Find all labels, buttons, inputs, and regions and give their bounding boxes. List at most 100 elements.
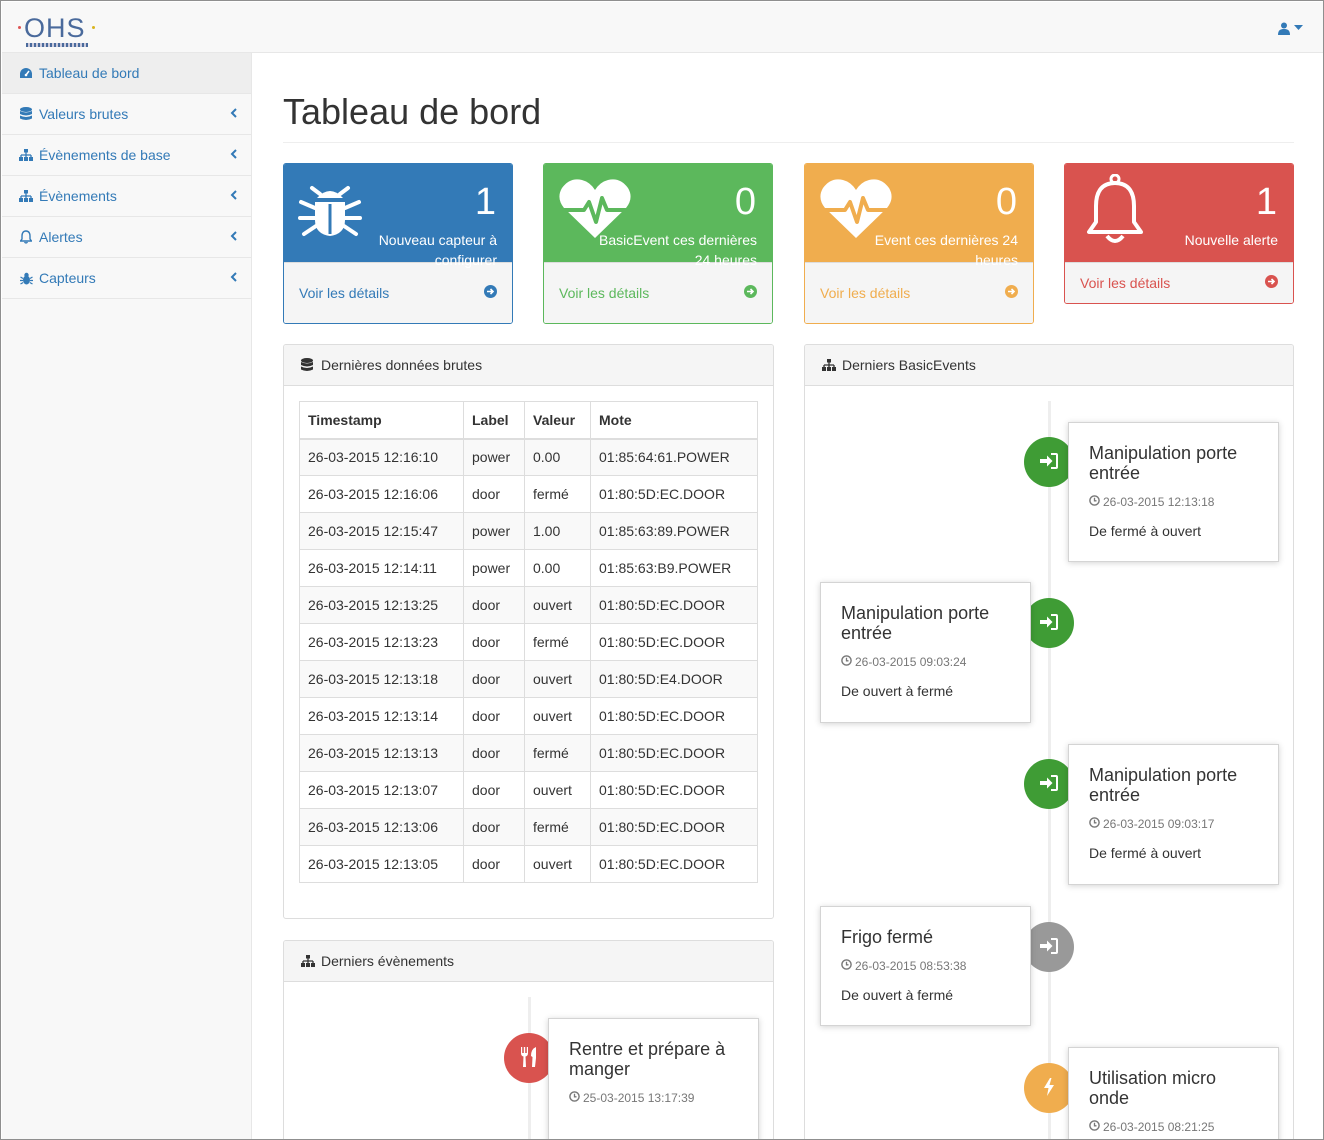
sidebar-item-dashboard[interactable]: Tableau de bord xyxy=(2,53,251,94)
raw-data-panel: Dernières données brutes Timestamp Label… xyxy=(283,344,774,919)
event-title: Frigo fermé xyxy=(841,927,934,947)
timeline-card[interactable]: Frigo fermé 26-03-2015 08:53:38 De ouver… xyxy=(820,906,1031,1026)
view-details-label: Voir les détails xyxy=(1080,275,1171,291)
event-date-text: 26-03-2015 12:13:18 xyxy=(1103,495,1215,509)
sign-in-icon xyxy=(1040,937,1058,957)
table-cell: door xyxy=(463,586,525,624)
column-header[interactable]: Timestamp xyxy=(299,401,464,440)
table-cell: fermé xyxy=(524,475,591,513)
timeline-card[interactable]: Manipulation porte entrée 26-03-2015 09:… xyxy=(1068,744,1279,885)
event-body: De fermé à ouvert xyxy=(1089,523,1202,539)
event-title: Manipulation porte entrée xyxy=(1089,765,1238,805)
event-body: De fermé à ouvert xyxy=(1089,845,1202,861)
table-cell: 26-03-2015 12:16:10 xyxy=(299,438,464,476)
stat-card-header: 1 Nouvelle alerte xyxy=(1065,164,1293,262)
view-details-link[interactable]: Voir les détails xyxy=(284,262,512,323)
page-title: Tableau de bord xyxy=(283,91,542,132)
table-cell: 26-03-2015 12:13:23 xyxy=(299,623,464,661)
table-row: 26-03-2015 12:13:13 door fermé 01:80:5D:EC.… xyxy=(299,734,758,772)
table-cell: ouvert xyxy=(524,660,591,698)
panel-heading: Derniers BasicEvents xyxy=(805,345,1293,386)
table-cell: 26-03-2015 12:13:14 xyxy=(299,697,464,735)
event-date-text: 25-03-2015 13:17:39 xyxy=(583,1091,695,1105)
event-date: 26-03-2015 09:03:24 xyxy=(841,655,1010,669)
view-details-link[interactable]: Voir les détails xyxy=(805,262,1033,323)
event-title: Manipulation porte entrée xyxy=(1089,443,1238,483)
table-row: 26-03-2015 12:13:18 door ouvert 01:80:5D:E4… xyxy=(299,660,758,698)
chevron-left-icon xyxy=(230,229,237,244)
timeline-card[interactable]: Manipulation porte entrée 26-03-2015 12:… xyxy=(1068,422,1279,562)
view-details-link[interactable]: Voir les détails xyxy=(544,262,772,323)
table-cell: 26-03-2015 12:13:18 xyxy=(299,660,464,698)
sidebar-item-events[interactable]: Évènements xyxy=(2,176,251,217)
logo-dot xyxy=(92,26,95,29)
table-cell: 01:85:63:89.POWER xyxy=(590,512,758,550)
column-header[interactable]: Label xyxy=(463,401,525,440)
table-cell: power xyxy=(463,438,525,476)
table-header-row: Timestamp Label Valeur Mote xyxy=(299,401,758,440)
clock-icon xyxy=(841,655,852,669)
sitemap-icon xyxy=(822,359,836,371)
event-date: 26-03-2015 09:03:17 xyxy=(1089,817,1258,831)
timeline-badge xyxy=(1024,437,1074,487)
sidebar: Tableau de bord Valeurs brutes Évènement… xyxy=(2,53,252,1139)
sidebar-item-sensors[interactable]: Capteurs xyxy=(2,258,251,299)
clock-icon xyxy=(569,1091,580,1105)
timeline-card[interactable]: Utilisation micro onde 26-03-2015 08:21:… xyxy=(1068,1047,1279,1139)
panel-heading: Derniers évènements xyxy=(284,941,773,982)
table-cell: 26-03-2015 12:13:06 xyxy=(299,808,464,846)
table-cell: fermé xyxy=(524,623,591,661)
sidebar-item-basic-events[interactable]: Évènements de base xyxy=(2,135,251,176)
timeline-badge xyxy=(1024,922,1074,972)
table-cell: 26-03-2015 12:16:06 xyxy=(299,475,464,513)
sign-in-icon xyxy=(1040,613,1058,633)
table-cell: 26-03-2015 12:15:47 xyxy=(299,512,464,550)
table-cell: 01:80:5D:E4.DOOR xyxy=(590,660,758,698)
view-details-link[interactable]: Voir les détails xyxy=(1065,262,1293,303)
events-panel: Derniers évènements Rentre et prépare à … xyxy=(283,940,774,1139)
basic-events-panel: Derniers BasicEvents Manipulation porte … xyxy=(804,344,1294,1139)
timeline-card[interactable]: Rentre et prépare à manger 25-03-2015 13… xyxy=(548,1018,759,1139)
user-menu-toggle[interactable] xyxy=(1278,18,1308,38)
timeline-card[interactable]: Manipulation porte entrée 26-03-2015 09:… xyxy=(820,582,1031,723)
chevron-left-icon xyxy=(230,147,237,162)
table-row: 26-03-2015 12:13:07 door ouvert 01:80:5D:EC… xyxy=(299,771,758,809)
column-header[interactable]: Mote xyxy=(590,401,758,440)
timeline-badge xyxy=(1024,598,1074,648)
chevron-left-icon xyxy=(230,106,237,121)
sidebar-item-alerts[interactable]: Alertes xyxy=(2,217,251,258)
panel-title: Derniers BasicEvents xyxy=(842,357,976,373)
sign-in-icon xyxy=(1040,774,1058,794)
table-cell: 01:80:5D:EC.DOOR xyxy=(590,475,758,513)
timeline-badge xyxy=(504,1033,554,1083)
table-row: 26-03-2015 12:13:14 door ouvert 01:80:5D:EC… xyxy=(299,697,758,735)
app-window: OHS Tableau de bord Valeurs brutes Évène… xyxy=(0,0,1324,1140)
logo-text: OHS xyxy=(24,13,86,43)
table-cell: 01:80:5D:EC.DOOR xyxy=(590,808,758,846)
table-cell: door xyxy=(463,697,525,735)
table-cell: 26-03-2015 12:13:05 xyxy=(299,845,464,883)
table-cell: door xyxy=(463,771,525,809)
sidebar-item-raw-values[interactable]: Valeurs brutes xyxy=(2,94,251,135)
event-title: Manipulation porte entrée xyxy=(841,603,990,643)
logo[interactable]: OHS xyxy=(18,12,98,48)
table-cell: 26-03-2015 12:13:13 xyxy=(299,734,464,772)
stat-card-header: 0 Event ces dernières 24 heures xyxy=(805,164,1033,268)
event-date-text: 26-03-2015 09:03:17 xyxy=(1103,817,1215,831)
table-cell: 01:80:5D:EC.DOOR xyxy=(590,771,758,809)
event-date: 26-03-2015 08:21:25 xyxy=(1089,1120,1258,1134)
table-row: 26-03-2015 12:13:25 door ouvert 01:80:5D:EC… xyxy=(299,586,758,624)
timeline-badge xyxy=(1024,1063,1074,1113)
table-cell: 01:85:63:B9.POWER xyxy=(590,549,758,587)
stat-card-new-sensor: 1 Nouveau capteur à configurer Voir les … xyxy=(283,163,513,324)
sidebar-item-label: Tableau de bord xyxy=(39,65,140,81)
column-header[interactable]: Valeur xyxy=(524,401,591,440)
table-row: 26-03-2015 12:13:06 door fermé 01:80:5D:EC.… xyxy=(299,808,758,846)
table-cell: ouvert xyxy=(524,697,591,735)
sidebar-item-label: Évènements xyxy=(39,188,117,204)
view-details-label: Voir les détails xyxy=(820,285,911,301)
table-cell: 01:80:5D:EC.DOOR xyxy=(590,845,758,883)
title-divider xyxy=(283,142,1294,143)
table-cell: door xyxy=(463,475,525,513)
event-date-text: 26-03-2015 08:21:25 xyxy=(1103,1120,1215,1134)
